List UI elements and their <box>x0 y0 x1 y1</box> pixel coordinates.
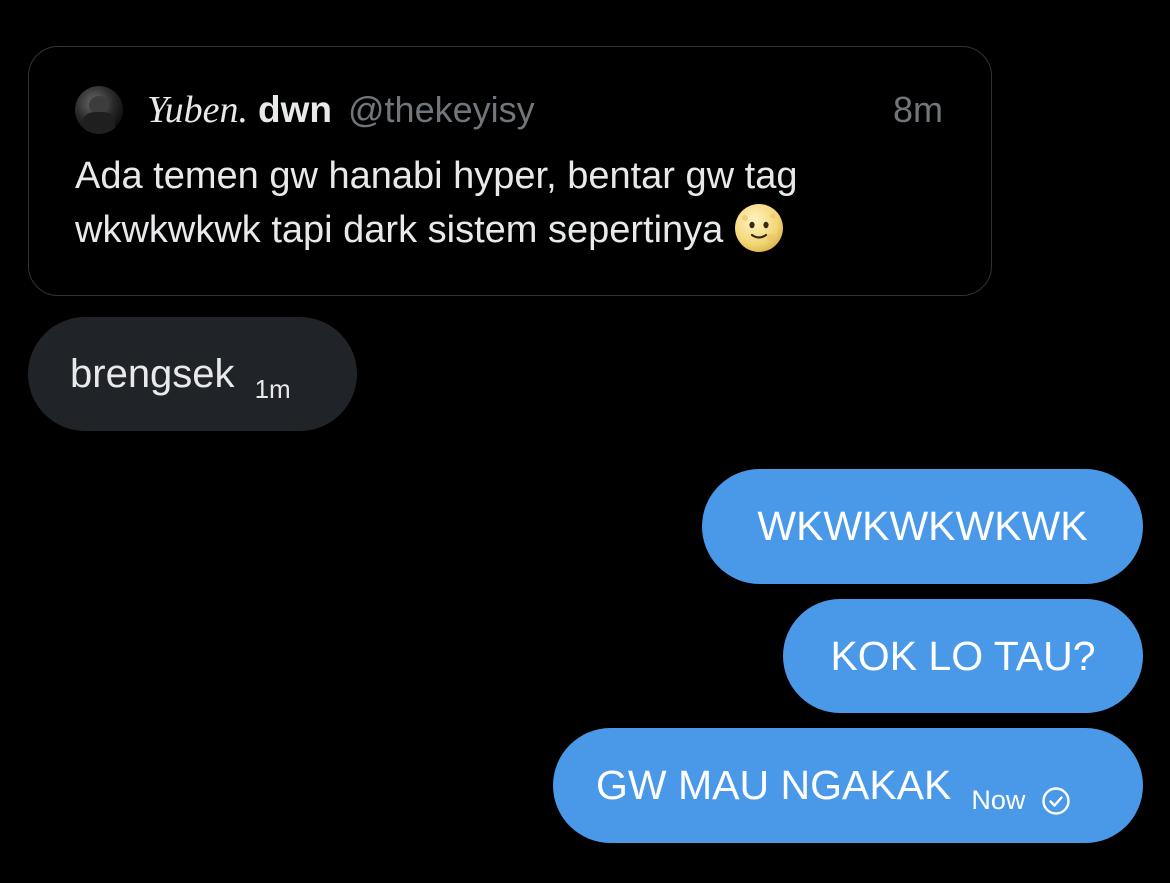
received-message[interactable]: brengsek 1m <box>28 317 357 431</box>
sent-message-text: GW MAU NGAKAK <box>596 762 952 808</box>
sent-message-text: WKWKWKWKWK <box>757 503 1088 549</box>
sent-message[interactable]: KOK LO TAU? <box>783 599 1143 713</box>
sent-message-time: Now <box>971 785 1026 815</box>
display-name-script: Yuben. <box>147 89 249 131</box>
sent-message[interactable]: GW MAU NGAKAK Now <box>553 728 1143 843</box>
received-message-text: brengsek <box>70 351 235 396</box>
quoted-post-card[interactable]: Yuben. dwn @thekeyisy 8m Ada temen gw ha… <box>28 46 992 296</box>
user-handle: @thekeyisy <box>348 89 535 130</box>
display-name: Yuben. dwn <box>147 88 332 132</box>
quoted-post-header: Yuben. dwn @thekeyisy 8m <box>75 85 943 135</box>
quoted-post-text: Ada temen gw hanabi hyper, bentar gw tag… <box>75 149 935 257</box>
check-circle-icon <box>1042 786 1071 815</box>
sent-message-text: KOK LO TAU? <box>830 632 1096 679</box>
avatar[interactable] <box>75 86 123 134</box>
received-message-time: 1m <box>254 373 291 404</box>
display-name-bold: dwn <box>258 89 332 130</box>
full-moon-face-emoji-icon <box>735 203 784 252</box>
post-timestamp: 8m <box>892 89 943 130</box>
quoted-post-body: Ada temen gw hanabi hyper, bentar gw tag… <box>75 155 798 251</box>
sent-message[interactable]: WKWKWKWKWK <box>702 469 1143 584</box>
